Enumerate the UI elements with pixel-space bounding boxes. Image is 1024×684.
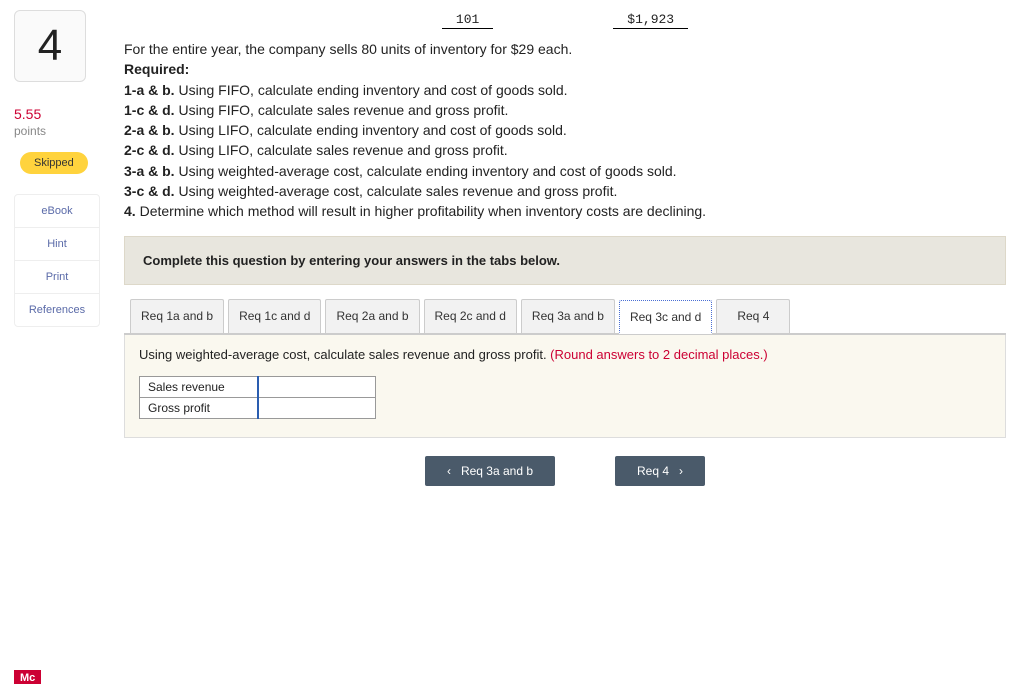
prev-button[interactable]: ‹ Req 3a and b [425, 456, 555, 486]
answer-table: Sales revenue Gross profit [139, 376, 376, 419]
intro-text: For the entire year, the company sells 8… [124, 39, 1006, 59]
prev-button-label: Req 3a and b [461, 464, 533, 478]
tabs: Req 1a and b Req 1c and d Req 2a and b R… [124, 299, 1006, 335]
table-row: Gross profit [140, 397, 376, 418]
requirement-2ab: 2-a & b. Using LIFO, calculate ending in… [124, 120, 1006, 140]
table-row: Sales revenue [140, 376, 376, 397]
row-label-gross-profit: Gross profit [140, 397, 258, 418]
requirement-3ab: 3-a & b. Using weighted-average cost, ca… [124, 161, 1006, 181]
requirement-1cd: 1-c & d. Using FIFO, calculate sales rev… [124, 100, 1006, 120]
side-link-print[interactable]: Print [15, 261, 99, 294]
question-prompt: For the entire year, the company sells 8… [124, 39, 1006, 222]
side-link-hint[interactable]: Hint [15, 228, 99, 261]
requirement-1ab: 1-a & b. Using FIFO, calculate ending in… [124, 80, 1006, 100]
header-value-left: 101 [442, 12, 493, 29]
tab-prompt: Using weighted-average cost, calculate s… [139, 347, 991, 362]
tab-req-2cd[interactable]: Req 2c and d [424, 299, 517, 333]
next-button[interactable]: Req 4 › [615, 456, 705, 486]
tab-req-1ab[interactable]: Req 1a and b [130, 299, 224, 333]
points-label: points [14, 124, 114, 138]
requirement-2cd: 2-c & d. Using LIFO, calculate sales rev… [124, 140, 1006, 160]
required-title: Required: [124, 59, 1006, 79]
question-number-box: 4 [14, 10, 86, 82]
tab-req-3ab[interactable]: Req 3a and b [521, 299, 615, 333]
status-badge: Skipped [20, 152, 88, 174]
points-value: 5.55 [14, 106, 114, 122]
rounding-note: (Round answers to 2 decimal places.) [550, 347, 768, 362]
side-link-ebook[interactable]: eBook [15, 195, 99, 228]
row-label-sales-revenue: Sales revenue [140, 376, 258, 397]
tab-req-3cd[interactable]: Req 3c and d [619, 300, 712, 334]
tab-panel: Using weighted-average cost, calculate s… [124, 335, 1006, 438]
tab-req-2ab[interactable]: Req 2a and b [325, 299, 419, 333]
requirement-3cd: 3-c & d. Using weighted-average cost, ca… [124, 181, 1006, 201]
side-link-references[interactable]: References [15, 294, 99, 326]
chevron-right-icon: › [679, 464, 683, 478]
next-button-label: Req 4 [637, 464, 669, 478]
side-links: eBook Hint Print References [14, 194, 100, 327]
requirement-4: 4. Determine which method will result in… [124, 201, 1006, 221]
input-sales-revenue[interactable] [258, 376, 376, 397]
chevron-left-icon: ‹ [447, 464, 451, 478]
instruction-bar: Complete this question by entering your … [124, 236, 1006, 285]
header-value-right: $1,923 [613, 12, 688, 29]
brand-logo: Mc [14, 670, 41, 684]
tab-req-1cd[interactable]: Req 1c and d [228, 299, 321, 333]
nav-buttons: ‹ Req 3a and b Req 4 › [124, 456, 1006, 486]
tab-req-4[interactable]: Req 4 [716, 299, 790, 333]
header-values: 101 $1,923 [124, 12, 1006, 29]
input-gross-profit[interactable] [258, 397, 376, 418]
